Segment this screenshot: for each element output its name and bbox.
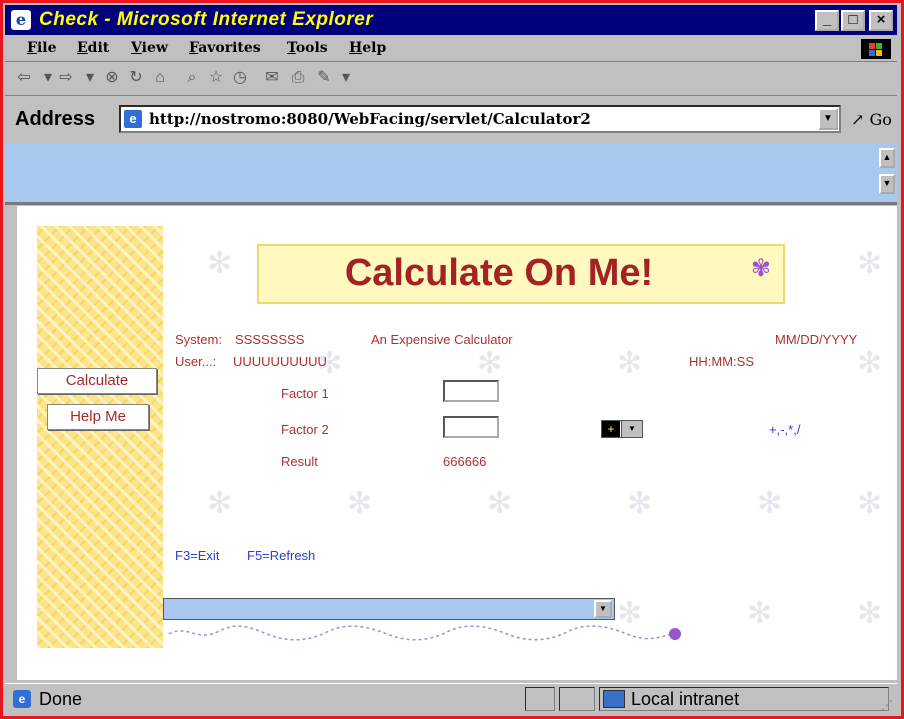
go-label: Go [869, 110, 892, 129]
history-icon[interactable]: ◷ [231, 69, 249, 87]
bee-watermark-icon: ✻ [857, 347, 883, 380]
stop-icon[interactable]: ⊗ [103, 69, 121, 87]
go-button[interactable]: ↗ Go [851, 110, 892, 129]
window-title: Check - Microsoft Internet Explorer [39, 9, 374, 30]
ie-icon: e [11, 10, 31, 30]
page-status-icon: e [13, 690, 31, 708]
resize-grip-icon[interactable]: ⋰ [881, 698, 893, 712]
vine-decoration-icon [168, 625, 681, 641]
close-button[interactable]: × [869, 10, 893, 31]
status-pane [559, 687, 595, 711]
operator-select[interactable]: + ▼ [601, 420, 643, 438]
mail-icon[interactable]: ✉ [263, 69, 281, 87]
search-icon[interactable]: ⌕ [183, 69, 201, 87]
bee-watermark-icon: ✻ [617, 347, 643, 380]
menu-view[interactable]: View [131, 40, 168, 56]
banner: Calculate On Me! ✾ [257, 244, 785, 304]
status-pane [525, 687, 555, 711]
print-icon[interactable]: ⎙ [289, 69, 307, 87]
bee-watermark-icon: ✻ [477, 347, 503, 380]
result-value: 666666 [443, 454, 487, 469]
f5-refresh-link[interactable]: F5=Refresh [247, 548, 315, 563]
bee-watermark-icon: ✻ [207, 487, 233, 520]
operator-value: + [602, 421, 620, 437]
date-value: MM/DD/YYYY [775, 332, 858, 347]
edit-dropdown-icon[interactable]: ▾ [337, 69, 355, 87]
address-input[interactable]: e http://nostromo:8080/WebFacing/servlet… [119, 105, 841, 133]
intranet-icon [603, 690, 625, 708]
bee-watermark-icon: ✻ [747, 597, 773, 630]
page-content: ✻ ✻ ✻ ✻ ✻ ✻ ✻ ✻ ✻ ✻ ✻ ✻ ✻ ✻ ✻ Calculate … [17, 206, 897, 680]
bee-watermark-icon: ✻ [347, 487, 373, 520]
menu-tools[interactable]: Tools [287, 40, 328, 56]
scroll-down-icon[interactable]: ▼ [879, 174, 895, 194]
factor2-input[interactable] [443, 416, 499, 438]
refresh-icon[interactable]: ↻ [127, 69, 145, 87]
back-dropdown-icon[interactable]: ▾ [39, 69, 57, 87]
address-dropdown-button[interactable]: ▼ [818, 108, 838, 130]
result-label: Result [281, 454, 318, 469]
f3-exit-link[interactable]: F3=Exit [175, 548, 219, 563]
user-label: User...: [175, 354, 217, 369]
minimize-button[interactable]: _ [815, 10, 839, 31]
bee-watermark-icon: ✻ [857, 487, 883, 520]
bee-watermark-icon: ✻ [487, 487, 513, 520]
bee-watermark-icon: ✻ [857, 247, 883, 280]
forward-dropdown-icon[interactable]: ▾ [81, 69, 99, 87]
menu-help[interactable]: Help [349, 40, 386, 56]
chevron-down-icon[interactable]: ▼ [621, 421, 642, 437]
address-bar: Address e http://nostromo:8080/WebFacing… [5, 97, 897, 143]
chevron-down-icon[interactable]: ▼ [594, 600, 612, 618]
zone-label: Local intranet [631, 689, 740, 709]
time-value: HH:MM:SS [689, 354, 754, 369]
address-url[interactable]: http://nostromo:8080/WebFacing/servlet/C… [149, 110, 591, 128]
factor2-label: Factor 2 [281, 422, 329, 437]
sidebar [37, 226, 163, 648]
user-value: UUUUUUUUUU [233, 354, 327, 369]
back-icon[interactable]: ⇦ [15, 69, 33, 87]
address-label: Address [15, 108, 96, 130]
menu-favorites[interactable]: Favorites [189, 40, 261, 56]
flower-icon: ✾ [750, 255, 771, 282]
status-bar: e Done Local intranet ⋰ [5, 683, 897, 715]
forward-icon[interactable]: ⇨ [57, 69, 75, 87]
calculate-button[interactable]: Calculate [37, 368, 157, 394]
system-label: System: [175, 332, 222, 347]
top-frame: ▲ ▼ [5, 144, 897, 205]
command-select[interactable]: ▼ [163, 598, 615, 620]
factor1-input[interactable] [443, 380, 499, 402]
edit-icon[interactable]: ✎ [315, 69, 333, 87]
help-me-button[interactable]: Help Me [47, 404, 149, 430]
page-icon: e [124, 110, 142, 128]
menu-bar: File Edit View Favorites Tools Help [5, 37, 897, 62]
page-title: Calculate On Me! [344, 252, 654, 294]
description: An Expensive Calculator [371, 332, 513, 347]
go-arrow-icon: ↗ [851, 110, 865, 129]
factor1-label: Factor 1 [281, 386, 329, 401]
operators-hint: +,-,*,/ [769, 422, 801, 437]
menu-edit[interactable]: Edit [77, 40, 109, 56]
home-icon[interactable]: ⌂ [151, 69, 169, 87]
top-frame-scrollbar[interactable]: ▲ ▼ [879, 148, 895, 198]
favorites-icon[interactable]: ☆ [207, 69, 225, 87]
title-bar: e Check - Microsoft Internet Explorer _ … [5, 5, 897, 35]
toolbar: ⇦ ▾ ⇨ ▾ ⊗ ↻ ⌂ ⌕ ☆ ◷ ✉ ⎙ ✎ ▾ [5, 63, 897, 96]
windows-logo-icon [861, 39, 891, 59]
scroll-up-icon[interactable]: ▲ [879, 148, 895, 168]
bee-watermark-icon: ✻ [207, 247, 233, 280]
system-value: SSSSSSSS [235, 332, 305, 347]
maximize-button[interactable]: □ [841, 10, 865, 31]
status-text: Done [39, 689, 83, 709]
bee-watermark-icon: ✻ [627, 487, 653, 520]
bee-watermark-icon: ✻ [857, 597, 883, 630]
menu-file[interactable]: File [27, 40, 57, 56]
bee-watermark-icon: ✻ [757, 487, 783, 520]
browser-window: e Check - Microsoft Internet Explorer _ … [0, 0, 904, 719]
